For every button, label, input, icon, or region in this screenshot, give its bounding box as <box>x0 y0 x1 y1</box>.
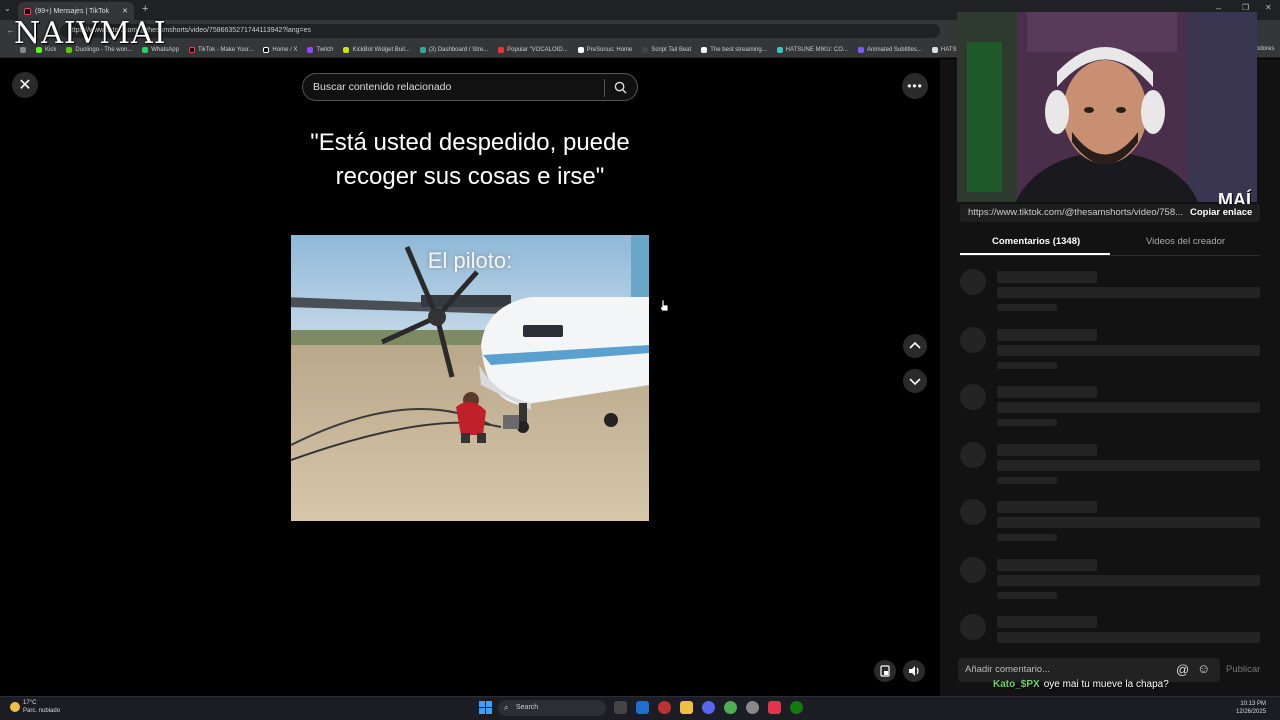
comment-skeleton <box>960 442 1260 492</box>
tab-title: (99+) Mensajes | TikTok <box>35 7 109 15</box>
bookmark-item[interactable]: Home / X <box>263 46 297 53</box>
close-window-icon[interactable]: ✕ <box>1265 3 1272 12</box>
search-icon[interactable] <box>614 81 627 94</box>
tab-list-icon[interactable]: ⌄ <box>4 4 11 13</box>
close-button[interactable]: ✕ <box>12 72 38 98</box>
bookmark-item[interactable]: Script Tail Beat <box>642 46 691 53</box>
restore-icon[interactable]: ❐ <box>1242 3 1249 12</box>
tab-creator-videos[interactable]: Videos del creador <box>1146 236 1225 247</box>
next-video-button[interactable] <box>903 369 927 393</box>
chat-text: oye mai tu mueve la chapa? <box>1043 679 1169 690</box>
stream-chat-message: Kato_$PX oye mai tu mueve la chapa? <box>993 679 1169 690</box>
stream-overlay-logo: NAIVMAI <box>14 16 167 51</box>
tiktok-icon <box>24 7 31 15</box>
hand-cursor-icon <box>659 299 669 312</box>
weather-text: Parc. nublado <box>23 708 61 714</box>
mention-icon[interactable]: @ <box>1176 662 1189 677</box>
settings-icon[interactable] <box>746 701 759 714</box>
chevron-up-icon <box>909 341 921 349</box>
speaker-icon <box>908 666 919 676</box>
taskbar-search-label: Search <box>516 704 539 711</box>
task-view-icon[interactable] <box>614 701 627 714</box>
chevron-down-icon <box>909 378 921 386</box>
comment-skeleton <box>960 384 1260 434</box>
related-search-input[interactable]: Buscar contenido relacionado <box>302 73 638 101</box>
close-tab-icon[interactable]: ✕ <box>122 7 128 15</box>
picture-in-picture-icon <box>880 665 890 677</box>
comment-skeleton <box>960 614 1260 664</box>
video-frame-airplane <box>291 235 649 521</box>
floating-player-button[interactable] <box>874 660 896 682</box>
weather-icon <box>10 702 20 712</box>
chrome-icon[interactable] <box>724 701 737 714</box>
bookmark-item[interactable]: (3) Dashboard / Stre... <box>419 46 488 53</box>
bookmark-item[interactable]: Popular "VOCALOID... <box>498 46 568 53</box>
clock-time: 10:13 PM <box>1240 701 1267 707</box>
comment-skeleton <box>960 499 1260 549</box>
discord-icon[interactable] <box>702 701 715 714</box>
bookmark-item[interactable]: PreSonus: Home <box>577 46 632 53</box>
webcam-overlay <box>957 12 1257 202</box>
comment-skeleton <box>960 269 1260 319</box>
system-clock[interactable]: 10:13 PM 12/26/2025 <box>1236 700 1266 716</box>
temperature: 17°C <box>23 700 37 706</box>
volume-button[interactable] <box>903 660 925 682</box>
comment-skeleton <box>960 557 1260 607</box>
video-overlay-text: El piloto: <box>427 248 513 273</box>
clock-date: 12/26/2025 <box>1236 709 1267 715</box>
taskbar-search[interactable]: ⌕ Search <box>498 700 606 716</box>
search-icon: ⌕ <box>504 703 509 712</box>
comment-skeleton <box>960 327 1260 377</box>
new-tab-icon[interactable]: + <box>142 3 148 15</box>
tab-divider <box>960 255 1260 256</box>
bookmark-item[interactable]: The best streaming... <box>701 46 767 53</box>
weather-widget[interactable]: 17°C Parc. nublado <box>10 699 60 715</box>
bookmark-item[interactable]: KickBot Widget Buil... <box>343 46 410 53</box>
tab-comments[interactable]: Comentarios (1348) <box>992 236 1080 247</box>
previous-video-button[interactable] <box>903 334 927 358</box>
publish-button[interactable]: Publicar <box>1226 664 1260 675</box>
emoji-icon[interactable]: ☺ <box>1197 661 1210 676</box>
chat-username: Kato_$PX <box>993 679 1040 690</box>
edge-icon[interactable] <box>636 701 649 714</box>
bookmarks-overflow[interactable]: odores <box>1256 46 1274 52</box>
windows-start-icon[interactable] <box>479 701 492 714</box>
file-explorer-icon[interactable] <box>680 701 693 714</box>
bookmark-item[interactable]: Animated Subtitles... <box>857 46 922 53</box>
search-divider <box>604 79 605 97</box>
search-placeholder: Buscar contenido relacionado <box>313 81 452 93</box>
xbox-icon[interactable] <box>790 701 803 714</box>
bookmark-item[interactable]: TikTok - Make Your... <box>188 46 253 53</box>
copy-link-button[interactable]: Copiar enlace <box>1190 207 1252 218</box>
more-icon: ••• <box>907 79 923 93</box>
app-icon[interactable] <box>658 701 671 714</box>
more-options-button[interactable]: ••• <box>902 73 928 99</box>
video-caption: "Está usted despedido, puede recoger sus… <box>310 129 630 190</box>
bookmark-item[interactable]: HATSUNE MIKU: CO... <box>776 46 848 53</box>
bookmark-item[interactable]: Twitch <box>307 46 333 53</box>
close-icon: ✕ <box>18 77 32 94</box>
music-icon[interactable] <box>768 701 781 714</box>
url-field[interactable]: https://www.tiktok.com/@thesamshorts/vid… <box>60 24 940 38</box>
